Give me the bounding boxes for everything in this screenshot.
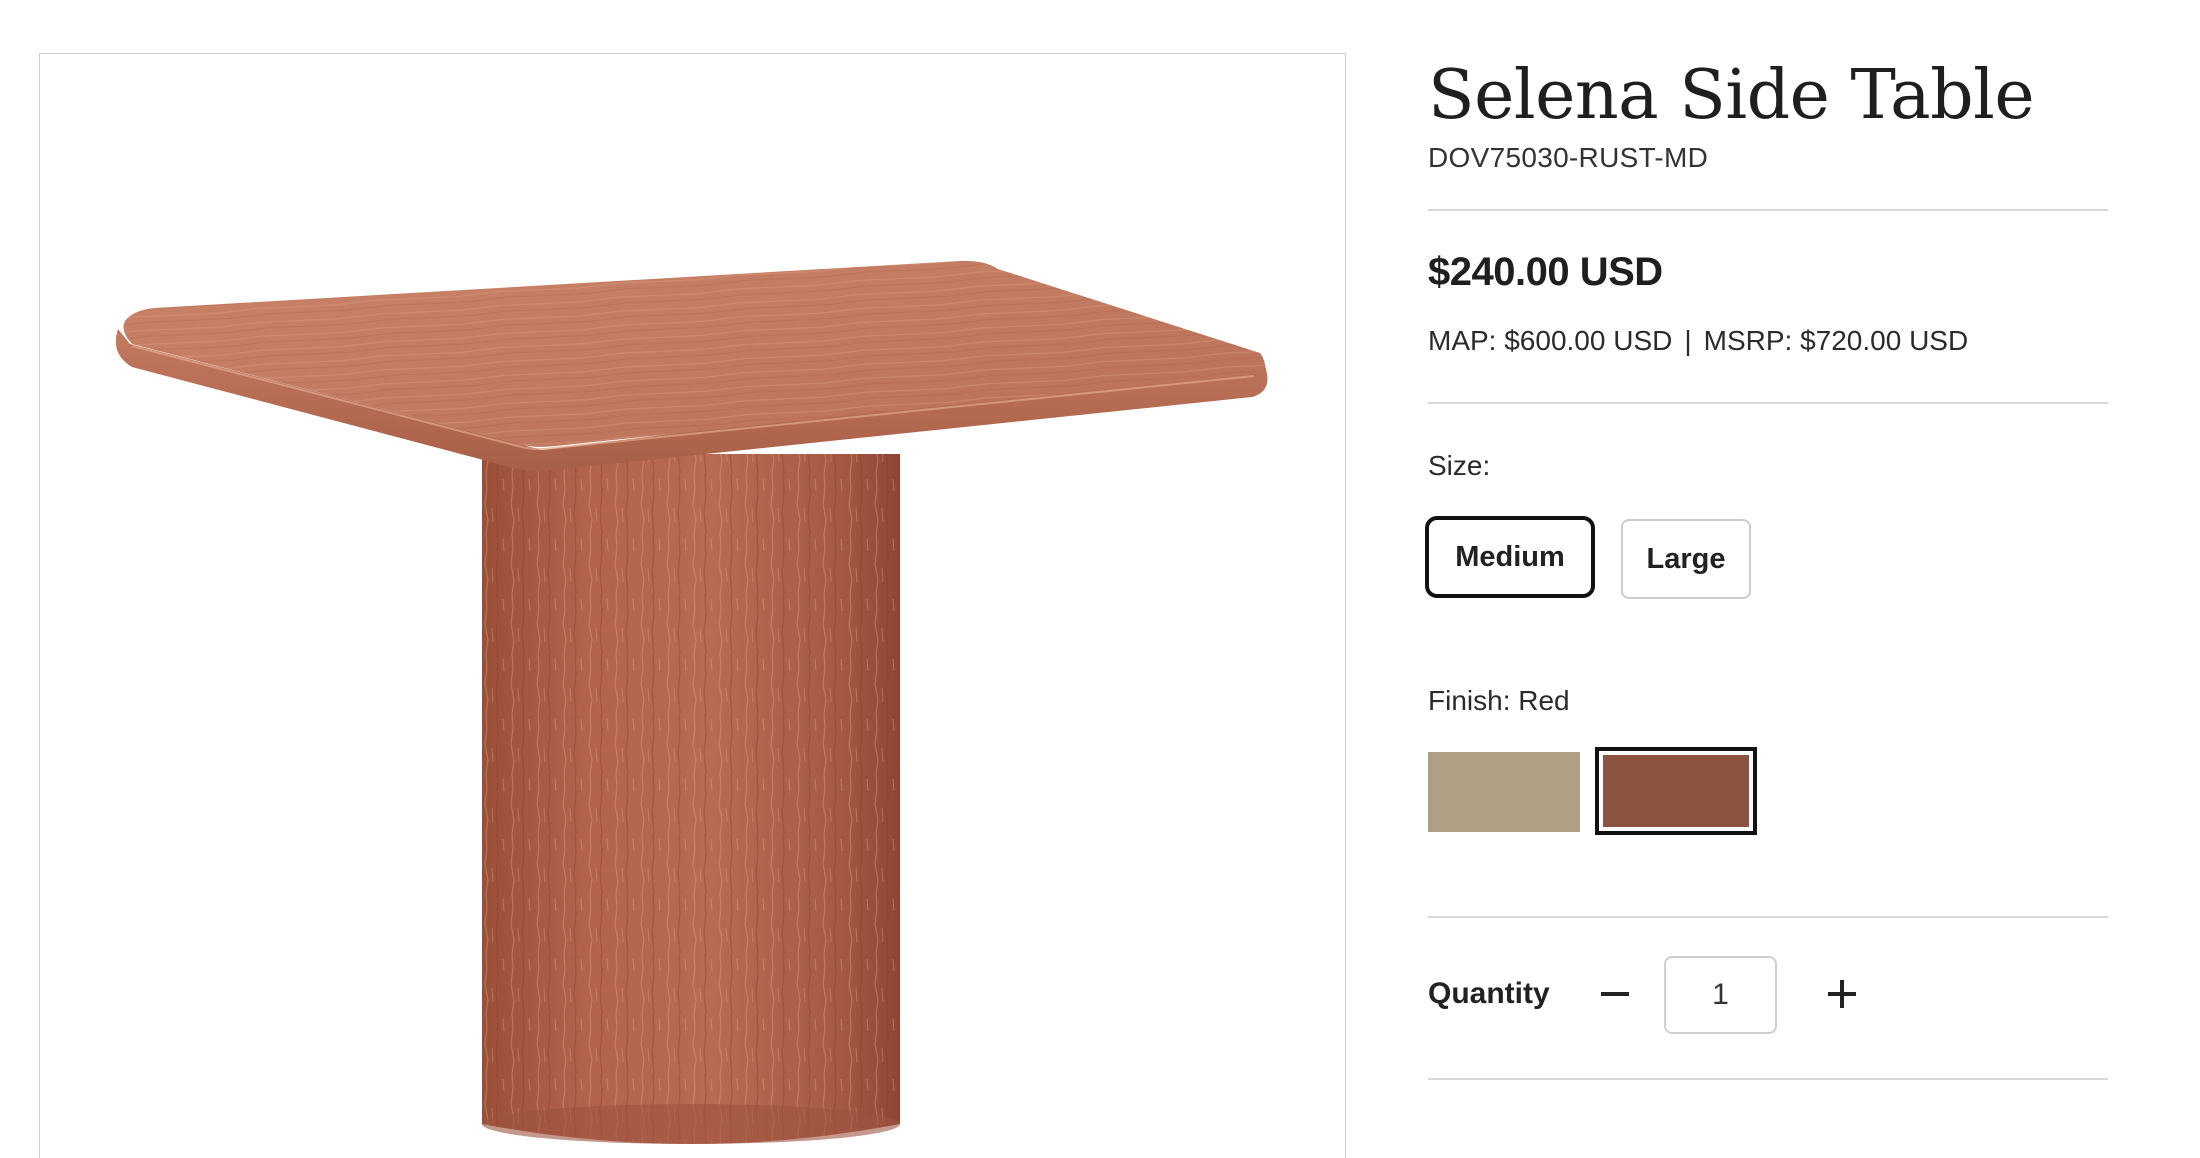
divider [1428,209,2108,211]
size-label: Size: [1428,450,1491,481]
product-sku: DOV75030-RUST-MD [1428,142,1709,173]
swatch-color-natural [1428,752,1580,832]
divider [1428,916,2108,918]
price-details: MAP: $600.00 USD | MSRP: $720.00 USD [1428,325,1968,357]
quantity-label: Quantity [1428,977,1550,1010]
product-image [115,260,1268,1144]
size-option-large[interactable]: Large [1621,519,1751,599]
finish-swatch-natural[interactable] [1428,752,1580,832]
product-title: Selena Side Table [1428,56,2035,135]
size-option-medium[interactable]: Medium [1425,516,1595,598]
msrp-price: MSRP: $720.00 USD [1703,325,1969,356]
quantity-increment-button[interactable] [1812,962,1872,1026]
price-separator: | [1684,325,1692,356]
minus-icon [1601,992,1629,996]
product-price: $240.00 USD [1428,250,1663,294]
product-page: Selena Side Table DOV75030-RUST-MD $240.… [0,0,2200,1158]
quantity-decrement-button[interactable] [1585,962,1645,1026]
swatch-color-red [1603,755,1749,827]
divider [1428,1078,2108,1080]
finish-swatch-red[interactable] [1595,747,1757,835]
product-image-panel[interactable] [39,53,1346,1158]
finish-label: Finish: Red [1428,685,1570,716]
map-price: MAP: $600.00 USD [1428,325,1673,356]
quantity-input[interactable] [1664,956,1777,1034]
divider [1428,402,2108,404]
plus-icon [1828,980,1856,1008]
